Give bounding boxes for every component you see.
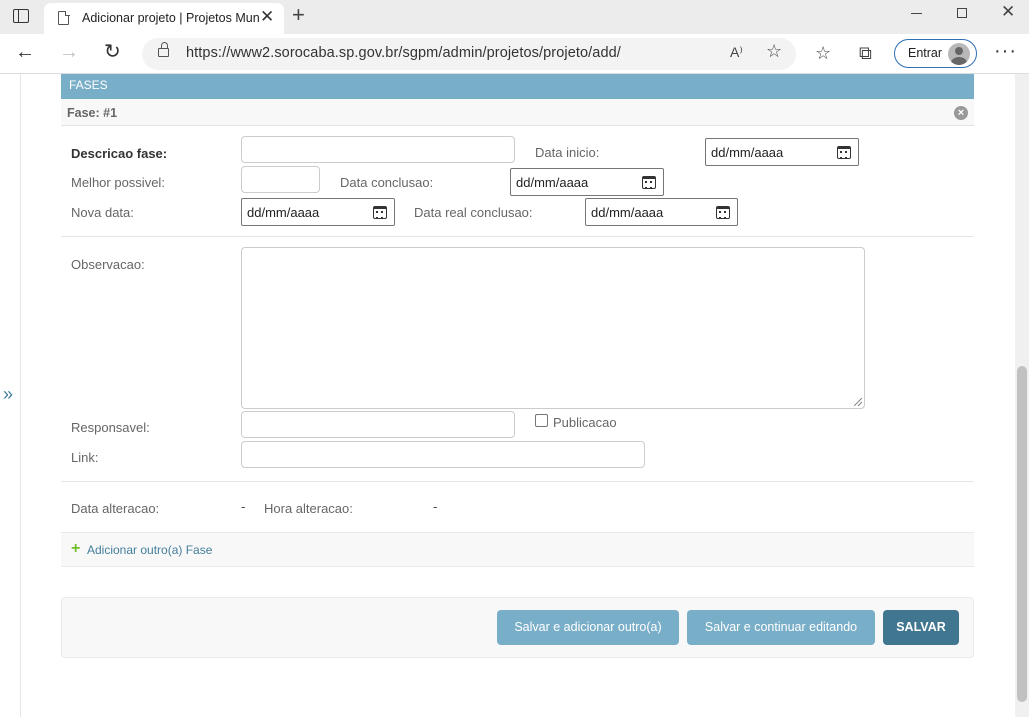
save-and-continue-button[interactable]: Salvar e continuar editando [687,610,875,645]
inline-item-title: Fase: #1 [67,106,118,120]
inline-section-title: FASES [61,74,974,99]
browser-toolbar: ← → ↻ https://www2.sorocaba.sp.gov.br/sg… [0,34,1029,74]
inline-item-header: Fase: #1 × [61,99,974,126]
nova-data-label: Nova data: [71,205,134,220]
browser-tab-bar: Adicionar projeto | Projetos Municipais … [0,0,1029,34]
favorites-icon[interactable]: ☆ [815,43,831,63]
avatar-icon [948,43,970,65]
reload-icon[interactable]: ↻ [104,41,121,63]
divider [61,481,974,482]
data-real-conclusao-value: dd/mm/aaaa [591,205,664,220]
melhor-possivel-label: Melhor possivel: [71,175,165,190]
read-aloud-icon[interactable]: A⁾ [730,44,743,61]
descricao-fase-label: Descricao fase: [71,146,168,161]
hora-alteracao-label: Hora alteracao: [264,501,353,516]
delete-inline-icon[interactable]: × [954,106,968,120]
submit-row: Salvar e adicionar outro(a) Salvar e con… [61,597,974,658]
data-conclusao-value: dd/mm/aaaa [516,175,589,190]
data-conclusao-label: Data conclusao: [340,175,434,190]
window-maximize-icon[interactable] [957,8,967,18]
publicacao-label: Publicacao [553,415,617,430]
publicacao-checkbox[interactable] [535,414,548,427]
signin-button[interactable]: Entrar [894,39,977,68]
calendar-icon[interactable] [642,176,656,189]
link-label: Link: [71,450,99,465]
hora-alteracao-value: - [433,499,438,514]
observacao-textarea[interactable] [241,247,865,409]
observacao-label: Observacao: [71,257,145,272]
link-input[interactable] [241,441,645,468]
resize-handle-icon[interactable] [854,398,862,406]
calendar-icon[interactable] [716,206,730,219]
save-and-add-another-button[interactable]: Salvar e adicionar outro(a) [497,610,679,645]
responsavel-label: Responsavel: [71,420,150,435]
tab-title: Adicionar projeto | Projetos Municipais [82,11,260,25]
data-inicio-label: Data inicio: [535,145,600,160]
melhor-possivel-input[interactable] [241,166,320,193]
window-minimize-icon[interactable] [911,13,922,15]
add-icon[interactable]: + [71,541,80,557]
collections-icon[interactable]: ⧉ [859,43,872,63]
nav-sidebar-collapsed: » [0,74,21,717]
address-bar[interactable]: https://www2.sorocaba.sp.gov.br/sgpm/adm… [142,38,796,70]
scrollbar-thumb[interactable] [1017,366,1027,702]
data-real-conclusao-input[interactable]: dd/mm/aaaa [585,198,738,226]
lock-icon[interactable] [158,42,169,57]
data-conclusao-input[interactable]: dd/mm/aaaa [510,168,664,196]
tab-close-icon[interactable]: ✕ [260,8,274,26]
url-text[interactable]: https://www2.sorocaba.sp.gov.br/sgpm/adm… [186,45,621,61]
add-another-row: + Adicionar outro(a) Fase [61,532,974,567]
data-inicio-input[interactable]: dd/mm/aaaa [705,138,859,166]
divider [61,236,974,237]
responsavel-input[interactable] [241,411,515,438]
page-viewport: » FASES Fase: #1 × Descricao fase: Data … [0,74,1029,717]
data-real-conclusao-label: Data real conclusao: [414,205,533,220]
nova-data-value: dd/mm/aaaa [247,205,320,220]
signin-label: Entrar [908,46,943,60]
browser-tab[interactable]: Adicionar projeto | Projetos Municipais … [44,3,284,34]
data-inicio-value: dd/mm/aaaa [711,145,784,160]
page-icon [58,10,70,25]
more-options-icon[interactable]: ··· [994,40,1017,63]
nova-data-input[interactable]: dd/mm/aaaa [241,198,395,226]
data-alteracao-value: - [241,499,246,514]
calendar-icon[interactable] [373,206,387,219]
sidebar-toggle-icon[interactable]: » [3,384,13,405]
data-alteracao-label: Data alteracao: [71,501,160,516]
forward-icon[interactable]: → [59,41,79,63]
save-button[interactable]: SALVAR [883,610,959,645]
add-favorite-icon[interactable]: ☆ [766,41,782,62]
calendar-icon[interactable] [837,146,851,159]
tab-actions-icon[interactable] [13,9,29,23]
window-close-icon[interactable]: ✕ [1001,3,1015,21]
add-another-link[interactable]: Adicionar outro(a) Fase [87,543,212,557]
back-icon[interactable]: ← [15,41,35,63]
descricao-fase-input[interactable] [241,136,515,163]
new-tab-icon[interactable]: + [292,4,305,26]
